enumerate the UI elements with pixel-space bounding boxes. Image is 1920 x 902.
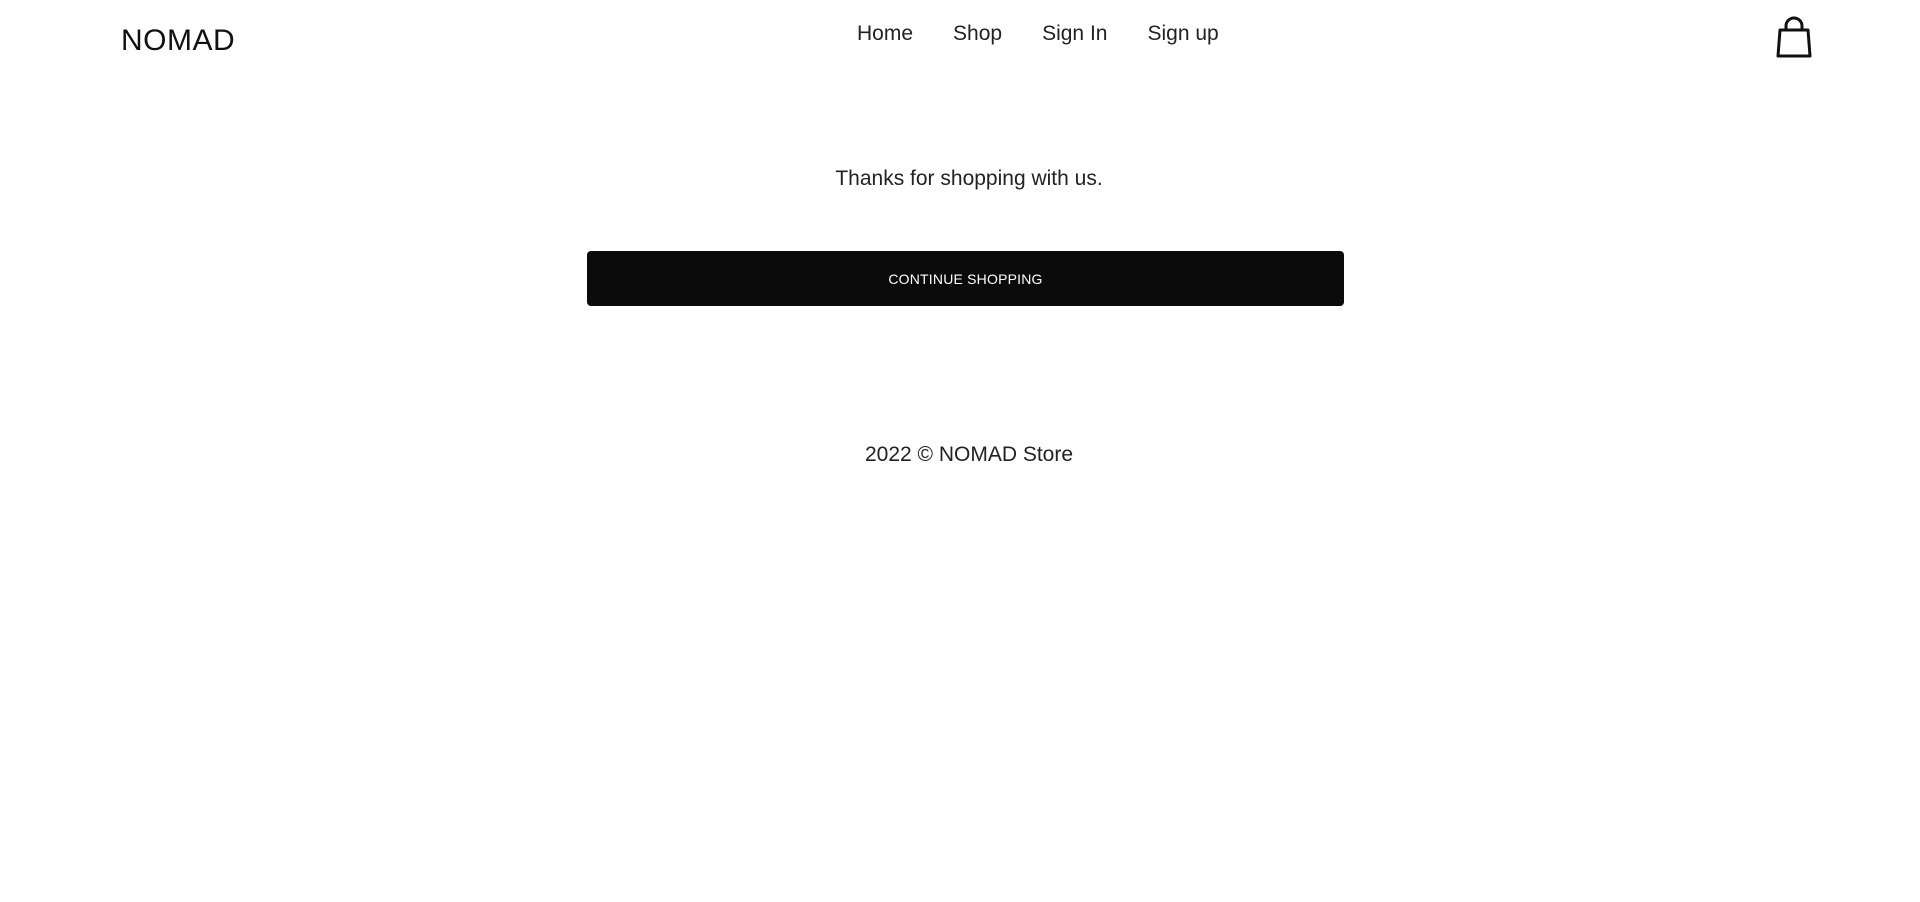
page: NOMAD Home Shop Sign In Sign up Thanks f…	[0, 0, 1920, 902]
continue-shopping-button[interactable]: CONTINUE SHOPPING	[587, 251, 1344, 306]
brand-logo[interactable]: NOMAD	[121, 22, 235, 60]
nav-link-sign-in[interactable]: Sign In	[1042, 20, 1107, 48]
nav-link-home[interactable]: Home	[857, 20, 913, 48]
nav-link-shop[interactable]: Shop	[953, 20, 1002, 48]
thank-you-message: Thanks for shopping with us.	[835, 167, 1103, 190]
nav-link-sign-up[interactable]: Sign up	[1147, 20, 1218, 48]
footer-copyright: 2022 © NOMAD Store	[864, 443, 1074, 466]
main-nav: Home Shop Sign In Sign up	[857, 20, 1219, 48]
shopping-bag-icon[interactable]	[1774, 16, 1814, 60]
